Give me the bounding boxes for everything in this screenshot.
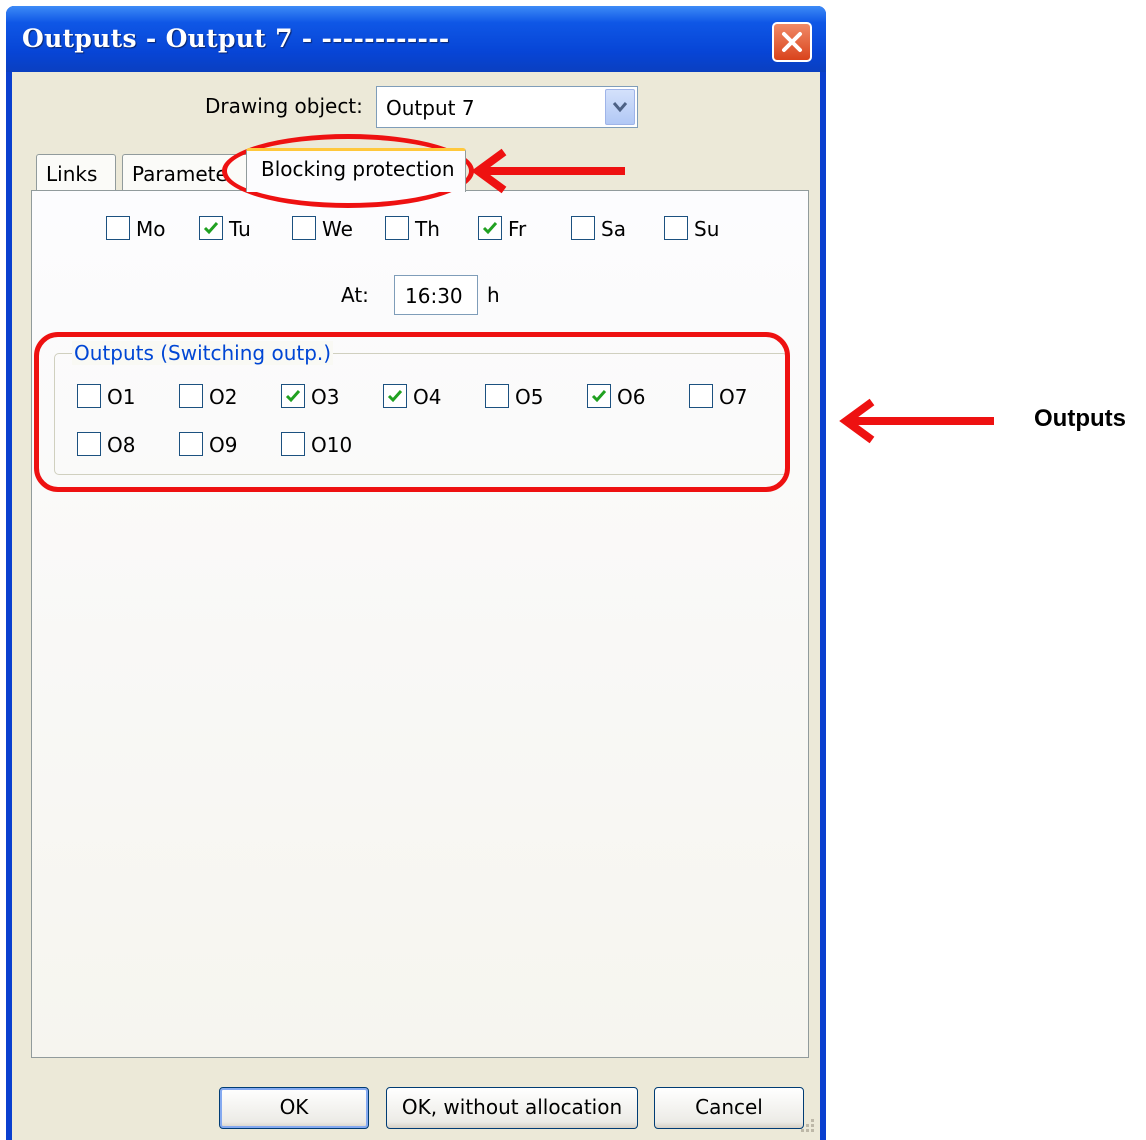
ok-button[interactable]: OK xyxy=(219,1087,369,1129)
close-icon xyxy=(782,32,802,52)
cancel-button[interactable]: Cancel xyxy=(654,1087,804,1129)
time-label: At: xyxy=(341,283,369,307)
arrow-left-icon xyxy=(471,148,625,194)
dialog-window: Outputs - Output 7 - ------------ Drawin… xyxy=(6,6,826,1140)
chevron-down-icon xyxy=(612,102,628,113)
weekday-fr-checkbox[interactable] xyxy=(478,216,502,240)
outputs-annotation-label: Outputs xyxy=(1034,405,1126,432)
tab-label: Paramete xyxy=(132,162,228,186)
weekday-mo-label: Mo xyxy=(136,217,166,241)
time-unit: h xyxy=(487,283,500,307)
weekday-su-checkbox[interactable] xyxy=(664,216,688,240)
weekday-th-label: Th xyxy=(415,217,440,241)
time-input[interactable]: 16:30 xyxy=(394,275,478,315)
dropdown-button[interactable] xyxy=(605,89,635,125)
weekday-tu-checkbox[interactable] xyxy=(199,216,223,240)
tab-panel: Mo Tu We Th Fr Sa Su At: 16:30 h Outputs (Swit… xyxy=(31,190,809,1058)
time-value: 16:30 xyxy=(405,284,463,308)
arrow-left-icon xyxy=(839,398,994,444)
weekday-we-label: We xyxy=(322,217,353,241)
resize-grip-icon[interactable] xyxy=(796,1116,816,1136)
weekday-sa-label: Sa xyxy=(601,217,626,241)
checkmark-icon xyxy=(482,222,498,235)
tab-label: Links xyxy=(46,162,98,186)
dialog-client: Drawing object: Output 7 Links Paramete … xyxy=(12,72,820,1140)
weekday-mo-checkbox[interactable] xyxy=(106,216,130,240)
title-bar[interactable]: Outputs - Output 7 - ------------ xyxy=(6,6,826,72)
weekday-fr-label: Fr xyxy=(508,217,527,241)
window-title: Outputs - Output 7 - ------------ xyxy=(22,24,450,53)
weekday-th-checkbox[interactable] xyxy=(385,216,409,240)
weekday-su-label: Su xyxy=(694,217,720,241)
weekday-we-checkbox[interactable] xyxy=(292,216,316,240)
tab-label: Blocking protection xyxy=(261,157,455,181)
weekday-tu-label: Tu xyxy=(229,217,251,241)
ok-without-allocation-button[interactable]: OK, without allocation xyxy=(386,1087,638,1129)
drawing-object-label: Drawing object: xyxy=(205,94,363,118)
tab-blocking-protection[interactable]: Blocking protection xyxy=(246,148,466,192)
weekday-sa-checkbox[interactable] xyxy=(571,216,595,240)
drawing-object-value: Output 7 xyxy=(386,96,475,120)
close-button[interactable] xyxy=(772,22,812,62)
tab-links[interactable]: Links xyxy=(36,154,116,192)
checkmark-icon xyxy=(203,222,219,235)
annotation-rectangle xyxy=(34,332,790,492)
drawing-object-select[interactable]: Output 7 xyxy=(376,86,638,128)
